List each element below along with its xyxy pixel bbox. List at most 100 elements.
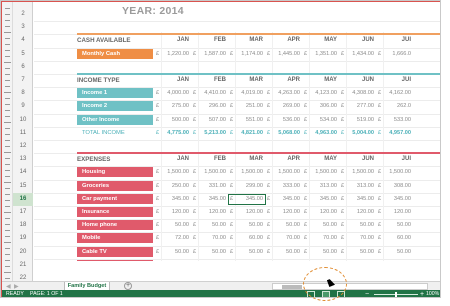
cell-value[interactable]: 4,162.00 <box>383 90 411 96</box>
cell-value[interactable]: 4,308.00 <box>346 90 374 96</box>
cell-value[interactable]: 251.00 <box>235 103 263 109</box>
row-number[interactable]: 3 <box>13 21 33 34</box>
cell-value[interactable]: 50.00 <box>161 222 189 228</box>
cell-value[interactable]: 50.00 <box>235 249 263 255</box>
cell-value[interactable]: 345.00 <box>272 196 300 202</box>
tab-scroll-right-icon[interactable]: ▶ <box>14 283 19 290</box>
cell-value[interactable]: 275.00 <box>161 103 189 109</box>
tab-scroll-left-icon[interactable]: ◀ <box>6 283 11 290</box>
row-number[interactable]: 15 <box>13 180 33 193</box>
row-label[interactable]: Car payment <box>77 193 153 204</box>
row-number[interactable]: 11 <box>13 127 33 140</box>
cell-value[interactable]: 306.00 <box>309 103 337 109</box>
total-income-value[interactable]: 4,957.00 <box>383 130 411 136</box>
cell-value[interactable]: 50.00 <box>198 249 226 255</box>
cell-value[interactable]: 50.00 <box>235 222 263 228</box>
cell-value[interactable]: 120.00 <box>198 209 226 215</box>
cell-value[interactable]: 269.00 <box>272 103 300 109</box>
row-number[interactable]: 10 <box>13 114 33 127</box>
row-number[interactable]: 6 <box>13 61 33 74</box>
cell-value[interactable]: 313.00 <box>309 183 337 189</box>
cell-value[interactable]: 313.00 <box>346 183 374 189</box>
cell-value[interactable]: 50.00 <box>272 222 300 228</box>
scrollbar-thumb[interactable] <box>282 285 302 289</box>
row-label[interactable]: Home phone <box>77 220 153 231</box>
cell-value[interactable]: 50.00 <box>309 249 337 255</box>
row-label[interactable]: Other Income <box>77 114 153 125</box>
cell-value[interactable]: 533.00 <box>383 117 411 123</box>
cell-value[interactable]: 250.00 <box>161 183 189 189</box>
zoom-in-button[interactable]: + <box>420 290 424 297</box>
row-label[interactable]: Cable TV <box>77 246 153 257</box>
cell-value[interactable]: 60.00 <box>383 235 411 241</box>
cell-value[interactable]: 277.00 <box>346 103 374 109</box>
cell-value[interactable]: 50.00 <box>161 249 189 255</box>
cell-value[interactable]: 345.00 <box>309 196 337 202</box>
cell-value[interactable]: 1,220.00 <box>161 51 189 57</box>
total-income-value[interactable]: 5,213.00 <box>198 130 226 136</box>
cell-value[interactable]: 262.0 <box>383 103 411 109</box>
row-number[interactable]: 9 <box>13 100 33 113</box>
plus-circle-icon[interactable]: + <box>124 282 132 290</box>
cell-value[interactable]: 345.00 <box>161 196 189 202</box>
row-number[interactable]: 14 <box>13 166 33 179</box>
cell-value[interactable]: 4,263.00 <box>272 90 300 96</box>
row-label[interactable]: Income 1 <box>77 88 153 99</box>
cell-value[interactable]: 50.00 <box>346 249 374 255</box>
row-label[interactable]: Groceries <box>77 180 153 191</box>
cell-value[interactable]: 1,445.00 <box>272 51 300 57</box>
cell-value[interactable]: 72.00 <box>161 235 189 241</box>
cell-value[interactable]: 4,000.00 <box>161 90 189 96</box>
horizontal-scrollbar[interactable] <box>272 283 428 290</box>
cell-value[interactable]: 331.00 <box>198 183 226 189</box>
cell-value[interactable]: 534.00 <box>309 117 337 123</box>
cell-value[interactable]: 1,500.00 <box>309 169 337 175</box>
cell-value[interactable]: 50.00 <box>198 222 226 228</box>
row-number[interactable]: 2 <box>13 8 33 21</box>
cell-value[interactable]: 70.00 <box>346 235 374 241</box>
row-number[interactable]: 21 <box>13 259 33 272</box>
selected-cell[interactable] <box>228 193 266 205</box>
worksheet-grid[interactable]: YEAR: 2014 CASH AVAILABLE JAN FEB MAR APR MAY… <box>34 2 440 261</box>
cell-value[interactable]: 1,500.00 <box>272 169 300 175</box>
cell-value[interactable]: 299.00 <box>235 183 263 189</box>
cell-value[interactable]: 50.00 <box>346 222 374 228</box>
zoom-level[interactable]: 100% <box>426 290 439 297</box>
row-label[interactable]: Internet <box>77 259 153 261</box>
cell-value[interactable]: 519.00 <box>346 117 374 123</box>
row-number[interactable]: 7 <box>13 74 33 87</box>
cell-value[interactable]: 345.00 <box>383 196 411 202</box>
cell-value[interactable]: 1,500.00 <box>198 169 226 175</box>
row-label[interactable]: Monthly Cash <box>77 48 153 59</box>
row-label[interactable]: Mobile <box>77 233 153 244</box>
total-income-value[interactable]: 4,821.00 <box>235 130 263 136</box>
cell-value[interactable]: 551.00 <box>235 117 263 123</box>
cell-value[interactable]: 120.00 <box>235 209 263 215</box>
row-number[interactable]: 18 <box>13 219 33 232</box>
cell-value[interactable]: 50.00 <box>309 222 337 228</box>
cell-value[interactable]: 1,500.00 <box>235 169 263 175</box>
zoom-slider-thumb[interactable] <box>395 292 397 297</box>
cell-value[interactable]: 4,123.00 <box>309 90 337 96</box>
cell-value[interactable]: 1,500.00 <box>161 169 189 175</box>
cell-value[interactable]: 120.00 <box>309 209 337 215</box>
cell-value[interactable]: 50.00 <box>383 222 411 228</box>
cell-value[interactable]: 1,174.00 <box>235 51 263 57</box>
cell-value[interactable]: 70.00 <box>309 235 337 241</box>
cell-value[interactable]: 120.00 <box>383 209 411 215</box>
cell-value[interactable]: 60.00 <box>235 235 263 241</box>
cell-value[interactable]: 345.00 <box>346 196 374 202</box>
cell-value[interactable]: 296.00 <box>198 103 226 109</box>
cell-value[interactable]: 120.00 <box>272 209 300 215</box>
cell-value[interactable]: 50.00 <box>383 249 411 255</box>
cell-value[interactable]: 120.00 <box>161 209 189 215</box>
cell-value[interactable]: 500.00 <box>161 117 189 123</box>
cell-value[interactable]: 1,500.00 <box>346 169 374 175</box>
cell-value[interactable]: 308.00 <box>383 183 411 189</box>
cell-value[interactable]: 70.00 <box>198 235 226 241</box>
total-income-value[interactable]: 5,068.00 <box>272 130 300 136</box>
cell-value[interactable]: 1,434.00 <box>346 51 374 57</box>
cell-value[interactable]: 345.00 <box>198 196 226 202</box>
cell-value[interactable]: 1,666.0 <box>383 51 411 57</box>
cell-value[interactable]: 1,500.00 <box>383 169 411 175</box>
